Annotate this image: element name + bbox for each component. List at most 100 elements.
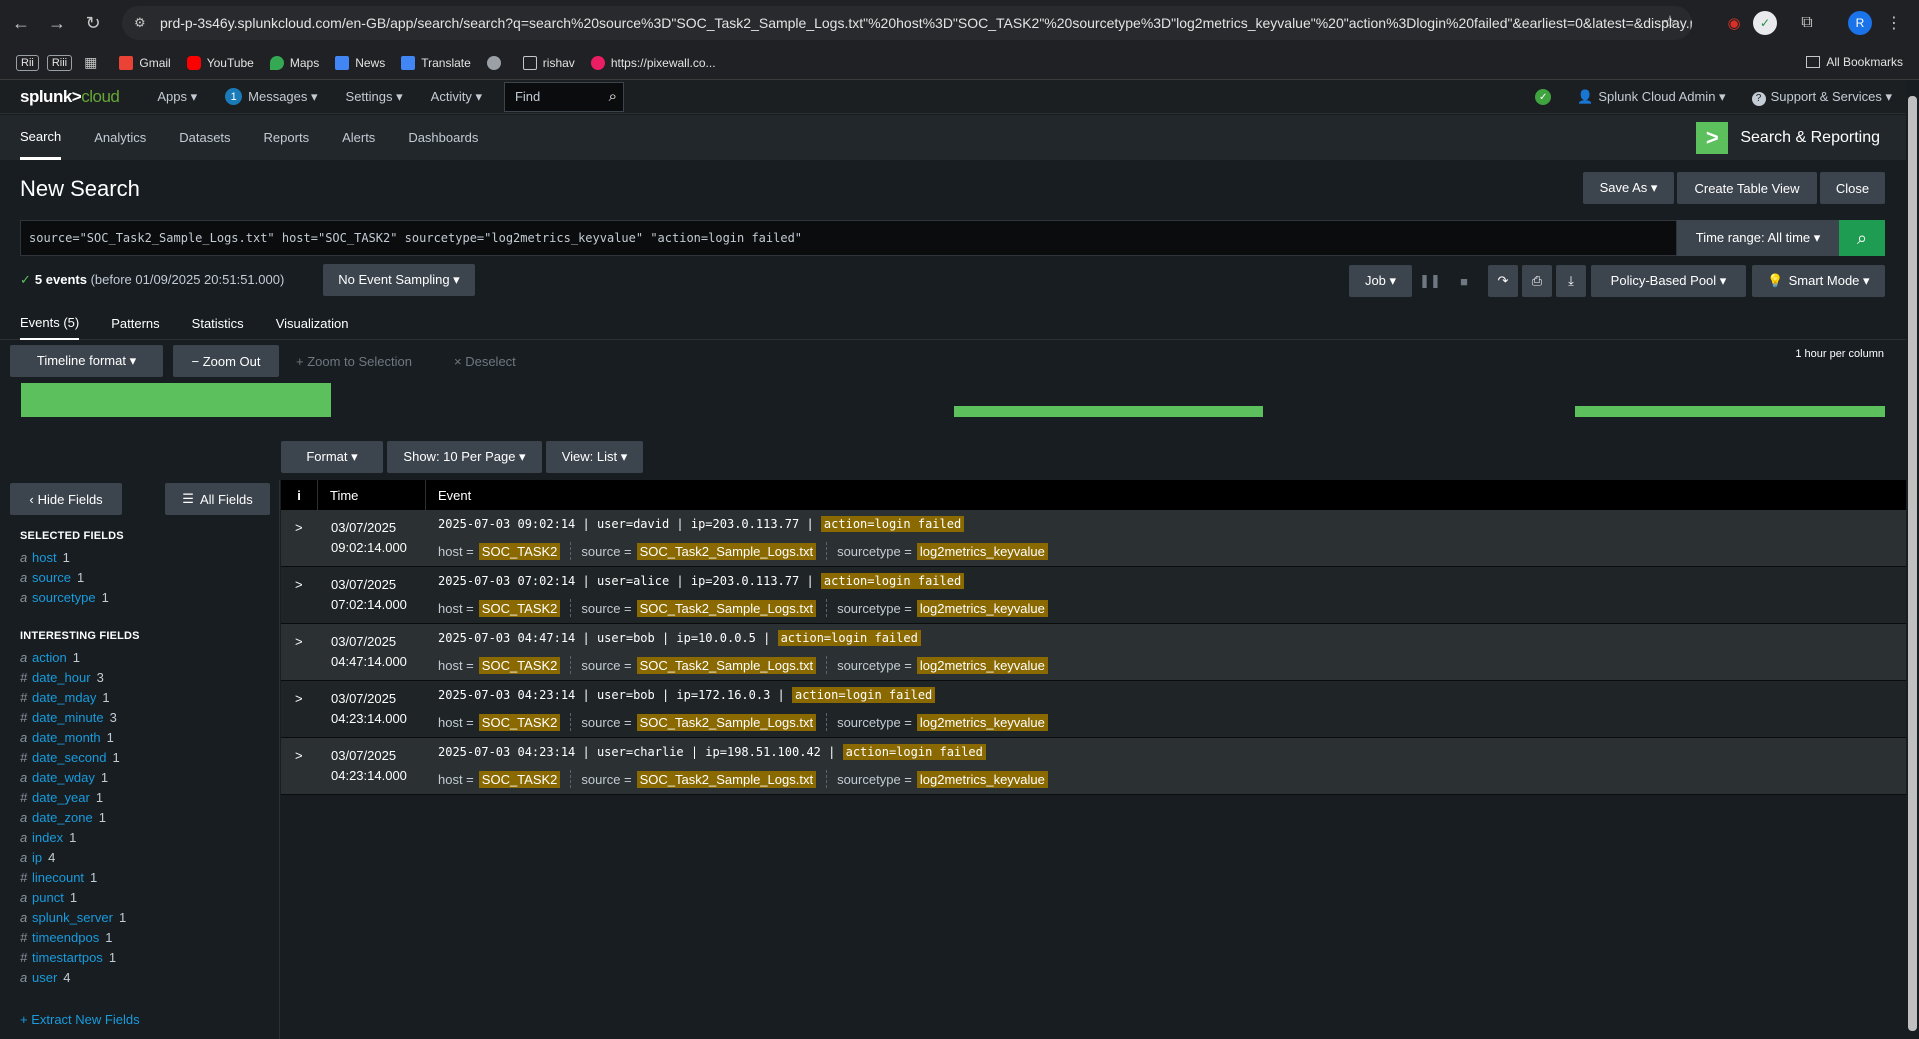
all-bookmarks[interactable]: All Bookmarks [1806,55,1903,69]
search-icon[interactable]: ⌕ [609,88,617,105]
search-mode-dropdown[interactable]: 💡 Smart Mode ▾ [1752,265,1885,297]
back-icon[interactable]: ← [6,8,36,38]
field-date-zone[interactable]: a date_zone 1 [20,810,106,825]
timeline-bar[interactable] [1575,406,1885,417]
tab-events[interactable]: Events (5) [20,306,80,340]
pause-icon[interactable]: ❚❚ [1416,265,1444,297]
forward-icon[interactable]: → [42,8,72,38]
extension-check-icon[interactable]: ✓ [1753,11,1777,35]
host-value[interactable]: SOC_TASK2 [478,770,561,788]
expand-chevron-icon[interactable]: > [295,748,303,763]
extension-record-icon[interactable]: ◉ [1722,11,1746,35]
bookmark-translate[interactable]: Translate [401,55,471,70]
export-icon[interactable]: ⤓ [1556,265,1586,297]
bookmark-gmail[interactable]: Gmail [119,55,171,70]
hide-fields-button[interactable]: ‹ Hide Fields [10,483,122,515]
reload-icon[interactable]: ↻ [78,8,108,38]
event-raw[interactable]: 2025-07-03 09:02:14 | user=david | ip=20… [438,516,965,532]
all-fields-button[interactable]: ☰ All Fields [165,483,270,515]
search-match-highlight[interactable]: action=login failed [777,630,921,646]
field-ip[interactable]: a ip 4 [20,850,55,865]
field-user[interactable]: a user 4 [20,970,71,985]
browser-menu-icon[interactable]: ⋮ [1882,11,1906,35]
apps-menu[interactable]: Apps ▾ [157,89,197,105]
policy-pool-dropdown[interactable]: Policy-Based Pool ▾ [1591,265,1746,297]
tab-reports[interactable]: Reports [264,115,310,160]
tab-visualization[interactable]: Visualization [276,306,349,340]
sourcetype-value[interactable]: log2metrics_keyvalue [916,599,1048,617]
field-source[interactable]: a source 1 [20,570,84,585]
search-query-input[interactable]: source="SOC_Task2_Sample_Logs.txt" host=… [20,220,1677,256]
site-info-icon[interactable]: ⚙ [134,15,150,31]
splunk-logo[interactable]: splunk>cloud [20,87,120,107]
field-linecount[interactable]: # linecount 1 [20,870,97,885]
bookmark-maps[interactable]: Maps [269,55,319,70]
print-icon[interactable]: ⎙ [1522,265,1552,297]
find-input[interactable]: Find ⌕ [503,81,624,112]
sourcetype-value[interactable]: log2metrics_keyvalue [916,542,1048,560]
field-index[interactable]: a index 1 [20,830,76,845]
tab-dashboards[interactable]: Dashboards [408,115,478,160]
bookmark-riii[interactable]: Riii [46,54,73,71]
expand-chevron-icon[interactable]: > [295,577,303,592]
field-date-year[interactable]: # date_year 1 [20,790,103,805]
extensions-puzzle-icon[interactable]: ⧉ [1795,11,1819,35]
search-button[interactable]: ⌕ [1839,220,1885,256]
profile-avatar[interactable]: R [1848,11,1872,35]
bookmark-rii[interactable]: Rii [16,54,39,71]
bookmark-news[interactable]: News [335,55,385,70]
search-match-highlight[interactable]: action=login failed [792,687,936,703]
settings-menu[interactable]: Settings ▾ [346,89,403,105]
timeline-bar[interactable] [954,406,1263,417]
field-host[interactable]: a host 1 [20,550,70,565]
search-match-highlight[interactable]: action=login failed [842,744,986,760]
sourcetype-value[interactable]: log2metrics_keyvalue [916,770,1048,788]
bookmark-rishav[interactable]: rishav [522,55,575,70]
host-value[interactable]: SOC_TASK2 [478,599,561,617]
tab-search[interactable]: Search [20,115,62,160]
expand-chevron-icon[interactable]: > [295,634,303,649]
timeline-bar[interactable] [21,383,331,417]
source-value[interactable]: SOC_Task2_Sample_Logs.txt [636,542,817,560]
stop-icon[interactable]: ■ [1450,265,1478,297]
save-as-button[interactable]: Save As ▾ [1583,172,1674,204]
event-raw[interactable]: 2025-07-03 04:23:14 | user=bob | ip=172.… [438,687,936,703]
event-sampling-dropdown[interactable]: No Event Sampling ▾ [323,264,475,296]
health-ok-icon[interactable]: ✓ [1535,89,1552,105]
close-button[interactable]: Close [1820,172,1885,204]
apps-grid-icon[interactable]: ▦ [84,54,97,71]
source-value[interactable]: SOC_Task2_Sample_Logs.txt [636,656,817,674]
field-timestartpos[interactable]: # timestartpos 1 [20,950,116,965]
create-table-view-button[interactable]: Create Table View [1677,172,1817,204]
field-sourcetype[interactable]: a sourcetype 1 [20,590,109,605]
field-splunk-server[interactable]: a splunk_server 1 [20,910,126,925]
app-title[interactable]: > Search & Reporting [1696,122,1880,154]
field-date-mday[interactable]: # date_mday 1 [20,690,110,705]
sourcetype-value[interactable]: log2metrics_keyvalue [916,713,1048,731]
host-value[interactable]: SOC_TASK2 [478,656,561,674]
share-icon[interactable]: ↷ [1488,265,1518,297]
host-value[interactable]: SOC_TASK2 [478,542,561,560]
tab-patterns[interactable]: Patterns [111,306,159,340]
view-dropdown[interactable]: View: List ▾ [546,441,643,473]
job-menu[interactable]: Job ▾ [1349,265,1412,297]
event-raw[interactable]: 2025-07-03 07:02:14 | user=alice | ip=20… [438,573,965,589]
field-date-minute[interactable]: # date_minute 3 [20,710,117,725]
activity-menu[interactable]: Activity ▾ [431,89,482,105]
bookmark-star-icon[interactable]: ☆ [1662,12,1678,33]
sourcetype-value[interactable]: log2metrics_keyvalue [916,656,1048,674]
timeline-format-button[interactable]: Timeline format ▾ [10,345,163,377]
per-page-dropdown[interactable]: Show: 10 Per Page ▾ [387,441,542,473]
zoom-to-selection-button[interactable]: + Zoom to Selection [296,345,412,377]
field-date-wday[interactable]: a date_wday 1 [20,770,108,785]
field-action[interactable]: a action 1 [20,650,80,665]
tab-alerts[interactable]: Alerts [342,115,375,160]
search-match-highlight[interactable]: action=login failed [820,516,965,532]
source-value[interactable]: SOC_Task2_Sample_Logs.txt [636,770,817,788]
zoom-out-button[interactable]: − Zoom Out [173,345,279,377]
field-punct[interactable]: a punct 1 [20,890,77,905]
source-value[interactable]: SOC_Task2_Sample_Logs.txt [636,713,817,731]
host-value[interactable]: SOC_TASK2 [478,713,561,731]
tab-datasets[interactable]: Datasets [179,115,230,160]
search-match-highlight[interactable]: action=login failed [820,573,965,589]
